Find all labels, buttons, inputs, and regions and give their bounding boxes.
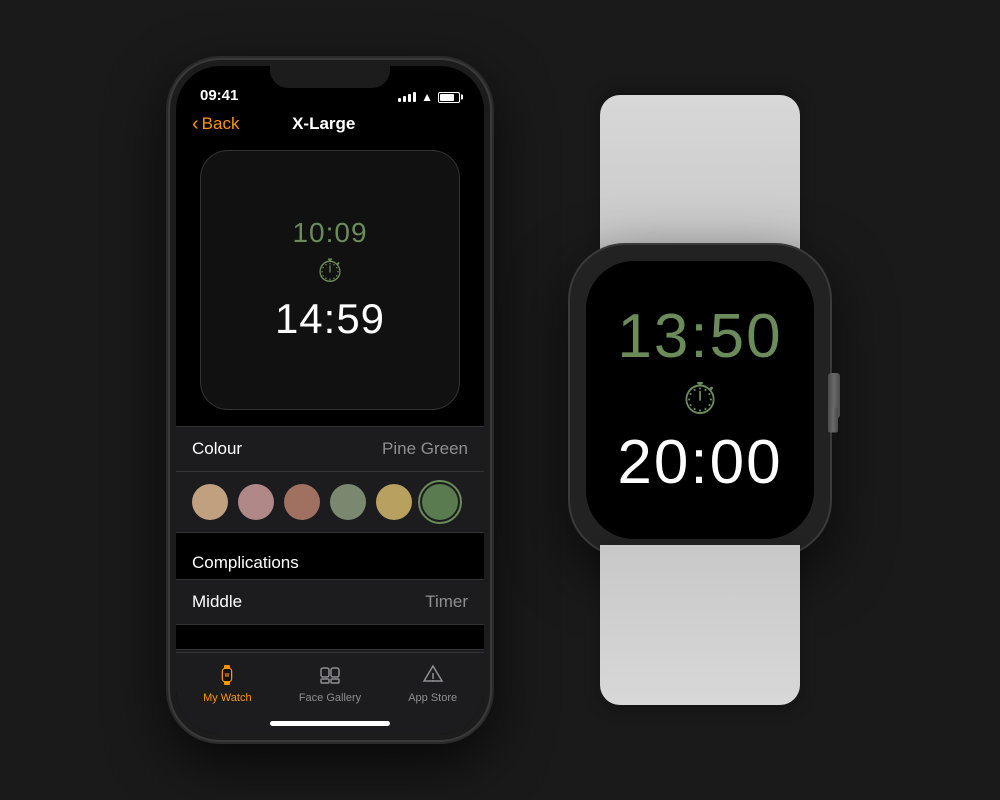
settings-list: Colour Pine Green Complications [176,426,484,652]
status-icons: ▲ [398,90,460,104]
iphone-screen: 09:41 ▲ ‹ Ba [176,66,484,734]
tab-bar: W My Watch Face Gall [176,652,484,734]
colour-value: Pine Green [382,439,468,459]
signal-bar-2 [403,96,406,102]
back-button[interactable]: ‹ Back [192,114,239,134]
preview-time-large: 14:59 [275,295,385,343]
watch-face-preview: 10:09 ⏱ 14:59 [200,150,460,410]
watch-side-button [828,408,838,433]
watch-countdown: 20:00 [617,432,782,494]
wifi-icon: ▲ [421,90,433,104]
middle-row[interactable]: Middle Timer [176,579,484,625]
scene: 09:41 ▲ ‹ Ba [0,0,1000,800]
status-time: 09:41 [200,87,238,104]
color-swatches-row [176,472,484,533]
nav-bar: ‹ Back X-Large [176,110,484,142]
home-indicator [270,721,390,726]
battery-icon [438,92,460,103]
watch-timer-icon: ⏱ [683,378,717,422]
color-swatch-golden[interactable] [376,484,412,520]
color-swatch-pine-green[interactable] [422,484,458,520]
middle-value: Timer [425,592,468,612]
battery-fill [440,94,454,101]
signal-bar-4 [413,92,416,102]
nav-title: X-Large [239,114,408,134]
color-swatch-sage[interactable] [330,484,366,520]
color-swatch-warm-tan[interactable] [192,484,228,520]
face-gallery-tab-label: Face Gallery [299,692,361,704]
complications-header: Complications [192,553,299,572]
colour-label: Colour [192,439,242,459]
iphone-notch [270,60,390,88]
tab-my-watch[interactable]: W My Watch [176,661,279,704]
color-swatch-dusty-rose[interactable] [238,484,274,520]
my-watch-tab-label: My Watch [203,692,252,704]
signal-bars-icon [398,92,416,102]
signal-bar-1 [398,98,401,102]
watch-screen: 13:50 ⏱ 20:00 [586,261,814,539]
gap-1 [176,625,484,633]
iphone-device: 09:41 ▲ ‹ Ba [170,60,490,740]
watch-band-top [600,95,800,255]
tab-app-store[interactable]: App Store [381,661,484,704]
middle-label: Middle [192,592,242,612]
apple-watch: 13:50 ⏱ 20:00 [570,245,830,555]
complications-header-row: Complications [176,533,484,579]
watch-time: 13:50 [617,306,782,368]
preview-time-small: 10:09 [292,217,367,249]
back-chevron-icon: ‹ [192,114,199,134]
my-watch-icon: W [213,661,241,689]
watch-preview-container: 10:09 ⏱ 14:59 [176,142,484,426]
colour-row[interactable]: Colour Pine Green [176,426,484,472]
face-gallery-icon [316,661,344,689]
tab-face-gallery[interactable]: Face Gallery [279,661,382,704]
app-store-icon [419,661,447,689]
app-store-tab-label: App Store [408,692,457,704]
back-label: Back [202,114,240,134]
watch-body: 13:50 ⏱ 20:00 [570,245,830,555]
watch-band-bottom [600,545,800,705]
signal-bar-3 [408,94,411,102]
svg-text:W: W [225,673,230,679]
color-swatch-terracotta[interactable] [284,484,320,520]
preview-timer-icon: ⏱ [318,253,343,291]
